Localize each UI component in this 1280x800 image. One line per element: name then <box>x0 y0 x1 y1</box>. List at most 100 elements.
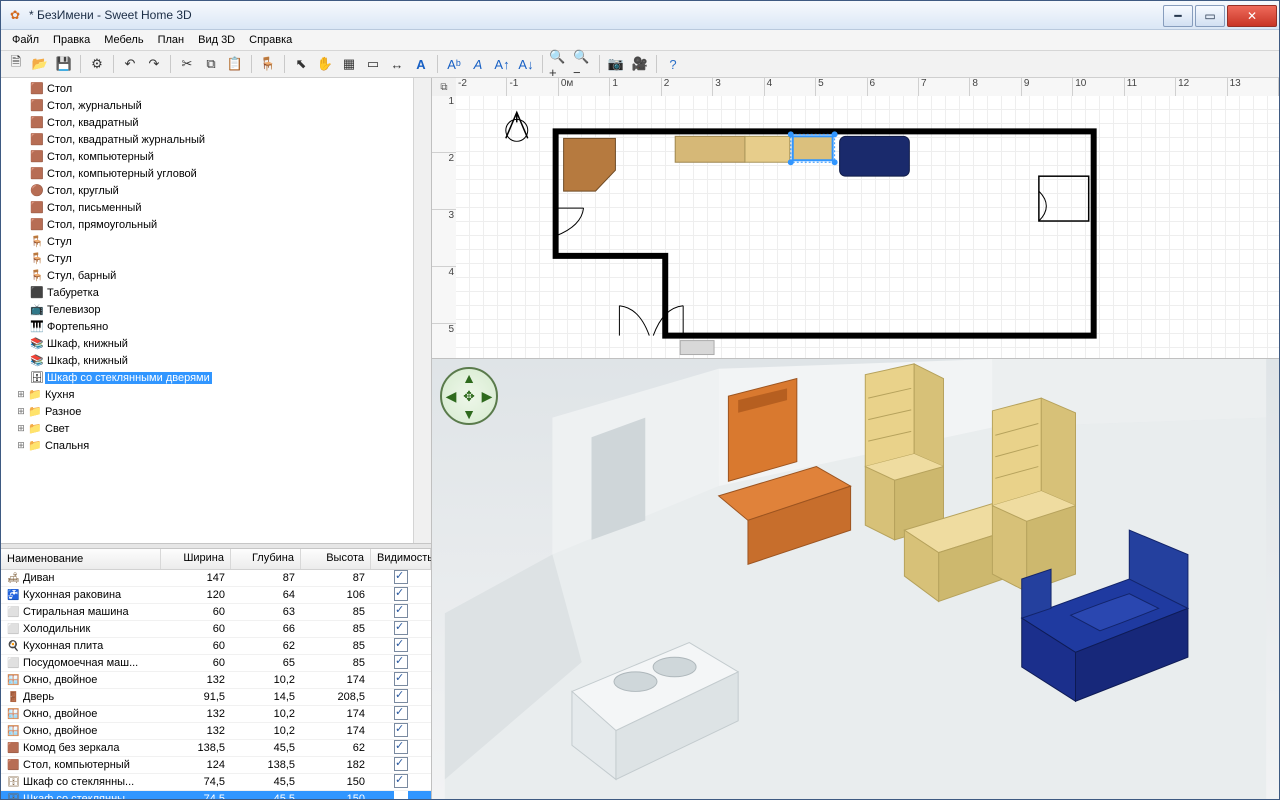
visibility-checkbox[interactable] <box>394 689 408 703</box>
menu-furniture[interactable]: Мебель <box>97 32 150 48</box>
visibility-checkbox[interactable] <box>394 757 408 771</box>
visibility-checkbox[interactable] <box>394 587 408 601</box>
catalog-folder[interactable]: ⊞📁Спальня <box>1 437 413 454</box>
catalog-item[interactable]: 🪑Стул <box>1 250 413 267</box>
table-row[interactable]: 🗄Шкаф со стеклянны...74,545,5150 <box>1 791 431 799</box>
table-row[interactable]: 🪟Окно, двойное13210,2174 <box>1 672 431 689</box>
table-row[interactable]: 🗄Шкаф со стеклянны...74,545,5150 <box>1 774 431 791</box>
catalog-folder[interactable]: ⊞📁Разное <box>1 403 413 420</box>
zoom-out-icon[interactable]: 🔍− <box>572 53 594 75</box>
expand-icon[interactable]: ⊞ <box>15 389 27 400</box>
furniture-catalog[interactable]: 🟫Стол🟫Стол, журнальный🟫Стол, квадратный🟫… <box>1 78 431 543</box>
pan-tool-icon[interactable]: ✋ <box>314 53 336 75</box>
catalog-item[interactable]: 🪑Стул, барный <box>1 267 413 284</box>
col-height[interactable]: Высота <box>301 549 371 569</box>
catalog-item[interactable]: 🗄Шкаф со стеклянными дверями <box>1 369 413 386</box>
menu-file[interactable]: Файл <box>5 32 46 48</box>
col-depth[interactable]: Глубина <box>231 549 301 569</box>
menu-plan[interactable]: План <box>151 32 192 48</box>
catalog-scrollbar[interactable] <box>413 78 431 543</box>
catalog-item[interactable]: 📚Шкаф, книжный <box>1 352 413 369</box>
new-icon[interactable]: 🗎 <box>5 53 27 75</box>
text-decrease-icon[interactable]: A↓ <box>515 53 537 75</box>
settings-icon[interactable]: ⚙ <box>86 53 108 75</box>
video-icon[interactable]: 🎥 <box>629 53 651 75</box>
add-furniture-icon[interactable]: 🪑 <box>257 53 279 75</box>
catalog-item[interactable]: 🟫Стол, письменный <box>1 199 413 216</box>
table-row[interactable]: 🪟Окно, двойное13210,2174 <box>1 723 431 740</box>
select-tool-icon[interactable]: ⬉ <box>290 53 312 75</box>
plan-2d-view[interactable]: ⧉ -2-10м12345678910111213 12345 <box>432 78 1279 359</box>
nav-left-icon[interactable]: ◀ <box>446 388 457 405</box>
zoom-in-icon[interactable]: 🔍+ <box>548 53 570 75</box>
visibility-checkbox[interactable] <box>394 570 408 584</box>
visibility-checkbox[interactable] <box>394 740 408 754</box>
room-tool-icon[interactable]: ▭ <box>362 53 384 75</box>
menu-edit[interactable]: Правка <box>46 32 97 48</box>
catalog-item[interactable]: 🟤Стол, круглый <box>1 182 413 199</box>
text-increase-icon[interactable]: A↑ <box>491 53 513 75</box>
table-row[interactable]: ⬜Посудомоечная маш...606585 <box>1 655 431 672</box>
catalog-item[interactable]: 📺Телевизор <box>1 301 413 318</box>
dimension-tool-icon[interactable]: ↔ <box>386 53 408 75</box>
expand-icon[interactable]: ⊞ <box>15 440 27 451</box>
photo-icon[interactable]: 📷 <box>605 53 627 75</box>
catalog-item[interactable]: 🟫Стол <box>1 80 413 97</box>
catalog-item[interactable]: 🟫Стол, компьютерный угловой <box>1 165 413 182</box>
table-row[interactable]: 🛋Диван1478787 <box>1 570 431 587</box>
catalog-folder[interactable]: ⊞📁Кухня <box>1 386 413 403</box>
redo-icon[interactable]: ↷ <box>143 53 165 75</box>
paste-icon[interactable]: 📋 <box>224 53 246 75</box>
col-width[interactable]: Ширина <box>161 549 231 569</box>
visibility-checkbox[interactable] <box>394 638 408 652</box>
cut-icon[interactable]: ✂ <box>176 53 198 75</box>
table-row[interactable]: 🍳Кухонная плита606285 <box>1 638 431 655</box>
table-row[interactable]: 🚪Дверь91,514,5208,5 <box>1 689 431 706</box>
menu-view3d[interactable]: Вид 3D <box>191 32 242 48</box>
open-icon[interactable]: 📂 <box>29 53 51 75</box>
catalog-folder[interactable]: ⊞📁Свет <box>1 420 413 437</box>
table-row[interactable]: ⬜Стиральная машина606385 <box>1 604 431 621</box>
expand-icon[interactable]: ⊞ <box>15 406 27 417</box>
table-row[interactable]: 🟫Стол, компьютерный124138,5182 <box>1 757 431 774</box>
visibility-checkbox[interactable] <box>394 672 408 686</box>
visibility-checkbox[interactable] <box>394 723 408 737</box>
catalog-item[interactable]: 🪑Стул <box>1 233 413 250</box>
view-3d[interactable]: ▲ ◀✥▶ ▼ <box>432 359 1279 799</box>
minimize-button[interactable]: ━ <box>1163 5 1193 27</box>
nav-wheel[interactable]: ▲ ◀✥▶ ▼ <box>440 367 498 425</box>
visibility-checkbox[interactable] <box>394 774 408 788</box>
table-row[interactable]: 🟫Комод без зеркала138,545,562 <box>1 740 431 757</box>
text-tool-icon[interactable]: A <box>410 53 432 75</box>
table-body[interactable]: 🛋Диван1478787🚰Кухонная раковина12064106⬜… <box>1 570 431 799</box>
table-row[interactable]: 🚰Кухонная раковина12064106 <box>1 587 431 604</box>
help-icon[interactable]: ? <box>662 53 684 75</box>
undo-icon[interactable]: ↶ <box>119 53 141 75</box>
nav-down-icon[interactable]: ▼ <box>462 406 476 422</box>
ruler-corner-icon[interactable]: ⧉ <box>432 78 457 97</box>
catalog-item[interactable]: 🟫Стол, прямоугольный <box>1 216 413 233</box>
text-italic-icon[interactable]: A <box>467 53 489 75</box>
visibility-checkbox[interactable] <box>394 621 408 635</box>
expand-icon[interactable]: ⊞ <box>15 423 27 434</box>
catalog-item[interactable]: 🟫Стол, квадратный <box>1 114 413 131</box>
visibility-checkbox[interactable] <box>394 706 408 720</box>
col-visibility[interactable]: Видимость <box>371 549 431 569</box>
nav-right-icon[interactable]: ▶ <box>482 388 493 405</box>
visibility-checkbox[interactable] <box>394 791 408 800</box>
visibility-checkbox[interactable] <box>394 655 408 669</box>
text-bold-icon[interactable]: Aᵇ <box>443 53 465 75</box>
menu-help[interactable]: Справка <box>242 32 299 48</box>
catalog-item[interactable]: 📚Шкаф, книжный <box>1 335 413 352</box>
table-row[interactable]: ⬜Холодильник606685 <box>1 621 431 638</box>
catalog-item[interactable]: 🟫Стол, компьютерный <box>1 148 413 165</box>
catalog-item[interactable]: 🎹Фортепьяно <box>1 318 413 335</box>
col-name[interactable]: Наименование <box>1 549 161 569</box>
close-button[interactable]: ✕ <box>1227 5 1277 27</box>
nav-up-icon[interactable]: ▲ <box>462 370 476 386</box>
maximize-button[interactable]: ▭ <box>1195 5 1225 27</box>
save-icon[interactable]: 💾 <box>53 53 75 75</box>
copy-icon[interactable]: ⧉ <box>200 53 222 75</box>
table-row[interactable]: 🪟Окно, двойное13210,2174 <box>1 706 431 723</box>
catalog-item[interactable]: ⬛Табуретка <box>1 284 413 301</box>
